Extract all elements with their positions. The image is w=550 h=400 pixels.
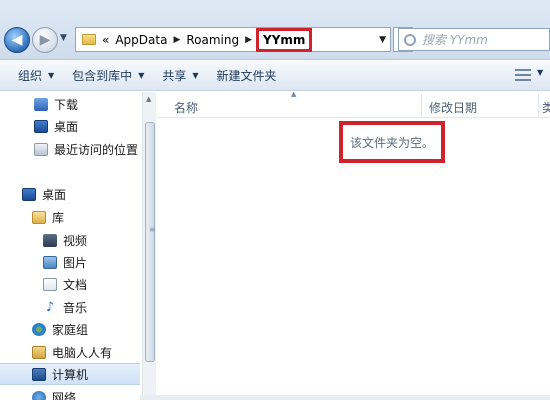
computer-icon [32, 367, 46, 381]
desktop-icon [22, 187, 36, 201]
forward-button[interactable]: ▶ [32, 27, 58, 53]
breadcrumb-appdata[interactable]: AppData [115, 33, 167, 47]
breadcrumb-current-folder[interactable]: YYmm [256, 27, 313, 52]
nav-item-label: 电脑人人有 [52, 345, 113, 360]
nav-item-downloads[interactable]: 下载 [0, 93, 140, 115]
nav-item-label: 音乐 [63, 300, 88, 315]
nav-item-documents[interactable]: 文档 [0, 273, 140, 295]
empty-folder-highlight: 该文件夹为空。 [339, 121, 445, 163]
include-in-library-button[interactable]: 包含到库中 ▼ [72, 67, 144, 84]
desktop-icon [34, 119, 48, 133]
download-folder-icon [34, 97, 48, 111]
chevron-down-icon: ▼ [192, 71, 199, 80]
organize-button[interactable]: 组织 ▼ [18, 67, 54, 84]
file-list-pane[interactable]: ▲ 名称 修改日期 类 该文件夹为空。 [157, 90, 550, 400]
user-folder-icon [32, 345, 46, 359]
breadcrumb-separator-icon[interactable]: ▶ [245, 35, 252, 45]
forward-arrow-icon: ▶ [39, 32, 51, 48]
chevron-down-icon: ▼ [138, 71, 145, 80]
nav-item-desktop-root[interactable]: 桌面 [0, 183, 140, 205]
column-divider[interactable] [538, 94, 539, 116]
nav-item-recent-places[interactable]: 最近访问的位置 [0, 138, 140, 160]
navigation-scrollbar[interactable]: ▲ ≡ [142, 92, 156, 400]
share-button[interactable]: 共享 ▼ [162, 67, 198, 84]
nav-item-libraries[interactable]: 库 [0, 206, 140, 228]
folder-icon [82, 34, 96, 45]
nav-item-music[interactable]: ♪ 音乐 [0, 296, 140, 318]
new-folder-button[interactable]: 新建文件夹 [217, 67, 277, 84]
column-header-date-modified[interactable]: 修改日期 [429, 99, 477, 116]
music-icon: ♪ [45, 299, 55, 315]
organize-label: 组织 [18, 69, 43, 83]
view-options-dropdown-icon[interactable]: ▼ [537, 68, 543, 77]
nav-item-label: 文档 [63, 277, 88, 292]
column-divider[interactable] [421, 94, 422, 116]
pictures-icon [43, 255, 57, 269]
grip-icon: ≡ [149, 225, 156, 234]
nav-item-label: 桌面 [54, 119, 79, 134]
library-icon [32, 210, 46, 224]
scroll-up-arrow-icon[interactable]: ▲ [146, 95, 151, 103]
nav-item-desktop[interactable]: 桌面 [0, 115, 140, 137]
recent-pages-dropdown[interactable]: ▼ [60, 33, 67, 43]
address-overflow-chevron[interactable]: « [102, 33, 109, 47]
recent-places-icon [34, 142, 48, 156]
horizontal-scrollbar[interactable] [140, 395, 550, 400]
include-in-library-label: 包含到库中 [72, 69, 133, 83]
column-header-name[interactable]: 名称 [174, 99, 198, 116]
column-header-type[interactable]: 类 [542, 99, 550, 116]
new-folder-label: 新建文件夹 [216, 69, 277, 83]
nav-item-label: 视频 [63, 233, 88, 248]
share-label: 共享 [162, 69, 187, 83]
address-bar[interactable]: « AppData ▶ Roaming ▶ YYmm ▼ [75, 27, 391, 52]
nav-item-label: 下载 [54, 97, 79, 112]
chevron-down-icon: ▼ [48, 71, 55, 80]
back-button[interactable]: ◀ [4, 27, 30, 53]
nav-item-label: 库 [52, 210, 65, 225]
navigation-pane: 下载 桌面 最近访问的位置 桌面 库 视频 图片 文档 ♪ 音乐 家庭组 电脑人… [0, 92, 140, 400]
videos-icon [43, 233, 57, 247]
breadcrumb-separator-icon[interactable]: ▶ [173, 35, 180, 45]
nav-item-label: 图片 [63, 255, 88, 270]
nav-item-label: 计算机 [52, 367, 89, 382]
nav-item-label: 桌面 [42, 187, 67, 202]
column-header-row: ▲ 名称 修改日期 类 [157, 90, 550, 118]
nav-item-label: 网络 [52, 390, 77, 400]
back-arrow-icon: ◀ [11, 32, 23, 48]
nav-item-label: 最近访问的位置 [54, 142, 139, 157]
sort-ascending-icon: ▲ [291, 90, 297, 98]
address-history-dropdown-icon[interactable]: ▼ [379, 35, 386, 45]
documents-icon [43, 277, 57, 291]
network-icon [32, 390, 46, 400]
nav-item-homegroup[interactable]: 家庭组 [0, 318, 140, 340]
scrollbar-thumb[interactable]: ≡ [145, 122, 156, 362]
command-bar: 组织 ▼ 包含到库中 ▼ 共享 ▼ 新建文件夹 ▼ [0, 61, 550, 91]
breadcrumb-roaming[interactable]: Roaming [186, 33, 239, 47]
nav-item-label: 家庭组 [52, 322, 89, 337]
nav-item-user-folder[interactable]: 电脑人人有 [0, 341, 140, 363]
change-view-icon[interactable] [515, 69, 531, 81]
search-box[interactable]: 搜索 YYmm [398, 28, 550, 51]
address-toolbar: ◀ ▶ ▼ « AppData ▶ Roaming ▶ YYmm ▼ ⇆ 搜索 … [0, 0, 550, 60]
nav-item-computer[interactable]: 计算机 [0, 363, 140, 385]
nav-item-network[interactable]: 网络 [0, 386, 140, 400]
nav-item-videos[interactable]: 视频 [0, 229, 140, 251]
search-placeholder: 搜索 YYmm [422, 33, 488, 47]
homegroup-icon [32, 322, 46, 336]
search-icon [404, 33, 416, 46]
empty-folder-message: 该文件夹为空。 [349, 135, 434, 150]
nav-item-pictures[interactable]: 图片 [0, 251, 140, 273]
